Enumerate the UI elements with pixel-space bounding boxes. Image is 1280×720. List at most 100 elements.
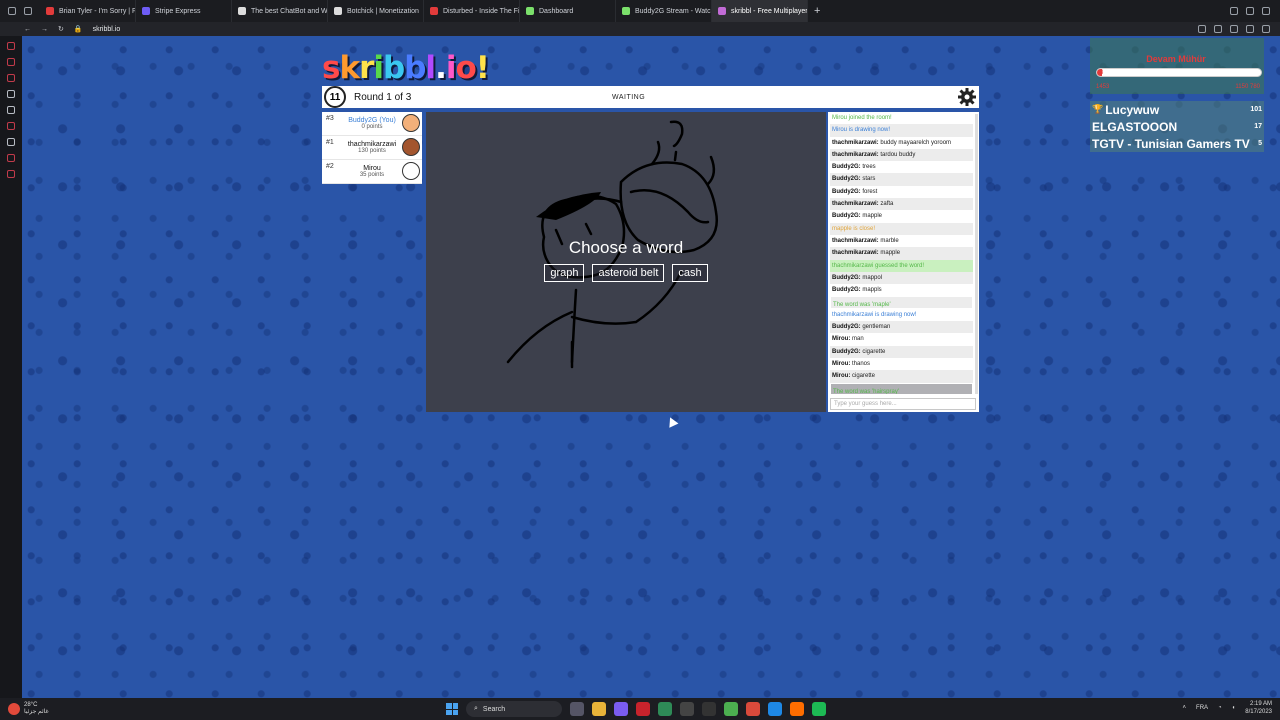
opera-icon[interactable] — [636, 702, 650, 716]
obs-icon[interactable] — [702, 702, 716, 716]
windows-start-icon[interactable] — [446, 703, 458, 715]
maximize-icon[interactable] — [1246, 7, 1254, 15]
menu-icon[interactable] — [1262, 25, 1270, 33]
chat-scrollbar[interactable] — [975, 114, 978, 394]
app-icon[interactable] — [724, 702, 738, 716]
logo-letter: l — [425, 50, 436, 86]
browser-tab[interactable]: Brian Tyler - I'm Sorry | Fa — [40, 0, 136, 22]
sidebar-toggle-icon[interactable] — [8, 7, 16, 15]
chevron-up-icon[interactable]: ˄ — [1183, 705, 1187, 711]
leaderboard-name: TGTV - Tunisian Gamers TV — [1092, 136, 1250, 151]
new-tab-button[interactable]: + — [808, 5, 826, 17]
heart-icon[interactable] — [1246, 25, 1254, 33]
chat-author: thachmikarzawi: — [832, 250, 879, 257]
leaderboard-score: 5 — [1258, 140, 1262, 147]
sidebar-app-icon[interactable] — [7, 90, 15, 98]
tab-favicon-icon — [334, 7, 342, 15]
browser-tab[interactable]: skribbl - Free Multiplayer — [712, 0, 808, 22]
app-icon[interactable] — [680, 702, 694, 716]
browser-tab[interactable]: The best ChatBot and W — [232, 0, 328, 22]
chat-author: Buddy2G: — [832, 287, 861, 294]
chat-author: Buddy2G: — [832, 164, 861, 171]
player-row[interactable]: #1 thachmikarzawi 130 points — [322, 136, 422, 160]
leaderboard-name: ELGASTOOON — [1092, 119, 1178, 134]
forward-icon[interactable]: → — [41, 26, 48, 33]
tab-strip: Brian Tyler - I'm Sorry | Fa Stripe Expre… — [40, 0, 808, 22]
browser-tab[interactable]: Botchick | Monetization — [328, 0, 424, 22]
word-option-button[interactable]: cash — [672, 264, 708, 282]
chat-author: Buddy2G: — [832, 274, 861, 281]
chat-text: zafta — [878, 201, 894, 208]
tab-title: Brian Tyler - I'm Sorry | Fa — [59, 7, 136, 15]
chat-panel: Mirou joined the room! Mirou is drawing n… — [828, 112, 979, 412]
player-name: Mirou — [363, 165, 381, 172]
logo-letter: ! — [475, 50, 490, 86]
word-options: graph asteroid belt cash — [426, 264, 826, 282]
weather-widget[interactable]: 28°C غائم جزئيا — [0, 702, 49, 716]
tab-favicon-icon — [46, 7, 54, 15]
file-explorer-icon[interactable] — [592, 702, 606, 716]
browser-tab[interactable]: Buddy2G Stream - Watch — [616, 0, 712, 22]
drawing-canvas[interactable]: Choose a word graph asteroid belt cash — [426, 112, 826, 412]
app-icon[interactable] — [614, 702, 628, 716]
logo-letter: b — [404, 50, 426, 86]
player-rank: #1 — [326, 139, 334, 146]
sidebar-app-icon[interactable] — [7, 106, 15, 114]
word-option-button[interactable]: asteroid belt — [592, 264, 665, 282]
clock[interactable]: 2:19 AM 8/17/2023 — [1245, 700, 1272, 716]
taskbar-search[interactable]: ⌕ Search — [466, 701, 562, 717]
word-option-button[interactable]: graph — [544, 264, 585, 282]
weather-desc: غائم جزئيا — [24, 709, 49, 715]
sidebar-app-icon[interactable] — [7, 122, 15, 130]
sidebar-app-icon[interactable] — [7, 138, 15, 146]
spotify-icon[interactable] — [812, 702, 826, 716]
reload-icon[interactable]: ↻ — [58, 25, 64, 33]
sidebar-app-icon[interactable] — [7, 58, 15, 66]
back-icon[interactable]: ← — [24, 26, 31, 33]
windows-taskbar: 28°C غائم جزئيا ⌕ Search ˄ FRA ◔ ◖ 2:19 … — [0, 698, 1280, 720]
volume-icon[interactable]: ◖ — [1232, 705, 1236, 711]
close-icon[interactable] — [1262, 7, 1270, 15]
url-field[interactable]: skribbl.io — [93, 26, 121, 33]
sidebar-app-icon[interactable] — [7, 74, 15, 82]
chat-message: thachmikarzawi: mapple — [830, 247, 973, 260]
minimize-icon[interactable] — [1230, 7, 1238, 15]
firefox-icon[interactable] — [790, 702, 804, 716]
player-row[interactable]: #2 Mirou 35 points — [322, 160, 422, 184]
chat-message: Buddy2G: trees — [830, 161, 973, 173]
settings-gear-icon[interactable] — [957, 87, 977, 107]
player-row[interactable]: #3 Buddy2G (You) 0 points — [322, 112, 422, 136]
guess-input[interactable]: Type your guess here... — [830, 398, 976, 410]
extension-icon[interactable] — [1198, 25, 1206, 33]
chat-message: Buddy2G: stars — [830, 173, 973, 186]
chat-text: cigarette — [860, 348, 886, 355]
logo-letter: o — [455, 50, 476, 86]
tab-favicon-icon — [142, 7, 150, 15]
language-indicator[interactable]: FRA — [1196, 705, 1208, 711]
chat-message: Buddy2G: mapple — [830, 210, 973, 222]
tab-actions-icon[interactable] — [24, 7, 32, 15]
app-icon[interactable] — [768, 702, 782, 716]
overlay-right-value: 1150 780 — [1235, 84, 1260, 90]
chat-author: Buddy2G: — [832, 324, 861, 331]
browser-tab[interactable]: Disturbed - Inside The Fi — [424, 0, 520, 22]
weather-temp: 28°C — [24, 702, 38, 708]
browser-sidebar — [0, 36, 22, 698]
browser-tab[interactable]: Stripe Express — [136, 0, 232, 22]
sidebar-app-icon[interactable] — [7, 170, 15, 178]
game-header: 11 Round 1 of 3 WAITING — [322, 86, 979, 108]
sidebar-app-icon[interactable] — [7, 154, 15, 162]
task-view-icon[interactable] — [570, 702, 584, 716]
system-tray: ˄ FRA ◔ ◖ 2:19 AM 8/17/2023 — [1183, 700, 1272, 716]
tab-title: skribbl - Free Multiplayer — [731, 7, 808, 15]
tab-title: Disturbed - Inside The Fi — [443, 7, 520, 15]
chrome-icon[interactable] — [746, 702, 760, 716]
sidebar-app-icon[interactable] — [7, 42, 15, 50]
wifi-icon[interactable]: ◔ — [1218, 705, 1222, 711]
download-icon[interactable] — [1230, 25, 1238, 33]
app-icon[interactable] — [658, 702, 672, 716]
bookmark-icon[interactable] — [1214, 25, 1222, 33]
chat-author: thachmikarzawi: — [832, 237, 879, 244]
browser-tab[interactable]: Dashboard — [520, 0, 616, 22]
chat-author: thachmikarzawi: — [832, 201, 879, 208]
